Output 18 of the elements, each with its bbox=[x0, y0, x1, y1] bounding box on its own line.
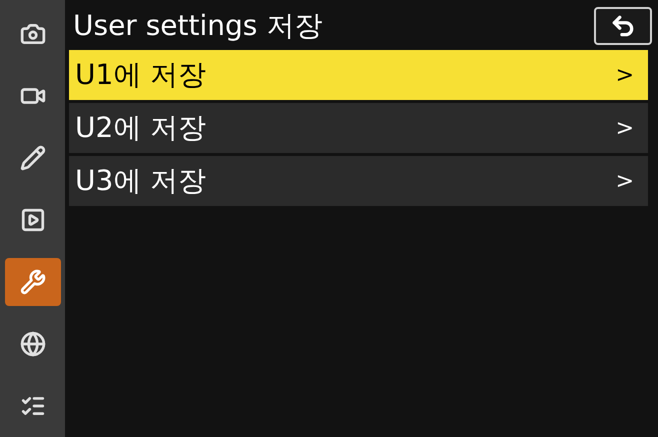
camera-icon bbox=[20, 21, 46, 47]
menu-item[interactable]: U1에 저장 > bbox=[69, 50, 648, 100]
globe-icon bbox=[20, 331, 46, 357]
chevron: > bbox=[616, 114, 634, 142]
pencil-icon bbox=[20, 145, 46, 171]
chevron: > bbox=[616, 62, 634, 90]
menu-title: User settings 저장 bbox=[72, 8, 322, 44]
back-icon bbox=[610, 13, 636, 39]
menu-item[interactable]: U2에 저장 > bbox=[69, 103, 648, 153]
back-button[interactable] bbox=[594, 7, 652, 45]
menu-item-label: U3에 저장 bbox=[75, 163, 206, 199]
play-icon bbox=[20, 207, 46, 233]
sidebar-tab[interactable] bbox=[4, 258, 60, 306]
menu-item[interactable]: U3에 저장 > bbox=[69, 156, 648, 206]
chevron: > bbox=[616, 168, 634, 196]
wrench-icon bbox=[20, 269, 46, 295]
menu-item-label: U2에 저장 bbox=[75, 110, 206, 146]
menu-item-label: U1에 저장 bbox=[75, 57, 206, 93]
